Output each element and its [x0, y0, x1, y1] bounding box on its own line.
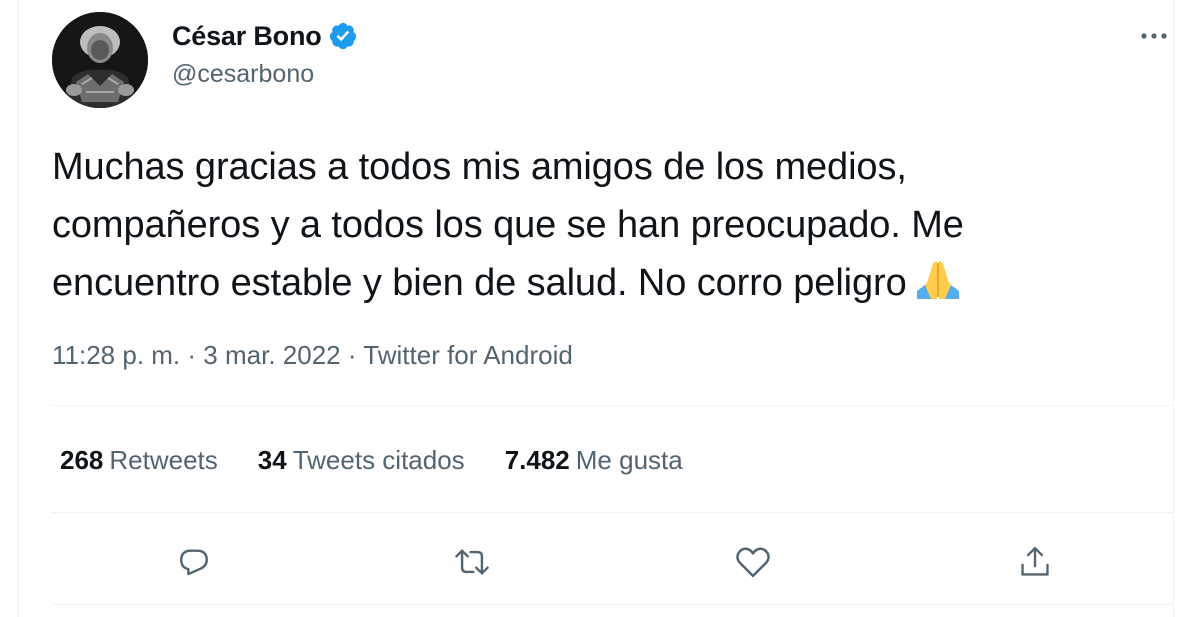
folded-hands-emoji-icon	[913, 257, 963, 301]
avatar[interactable]	[52, 12, 148, 108]
tweet-date[interactable]: 3 mar. 2022	[203, 340, 340, 370]
meta-separator: ·	[347, 340, 357, 370]
more-options-icon[interactable]	[1136, 22, 1172, 50]
like-icon	[736, 547, 770, 578]
engagement-stats: 268 Retweets 34 Tweets citados 7.482 Me gus…	[60, 445, 723, 476]
verified-badge-icon	[328, 21, 358, 51]
likes-label: Me gusta	[575, 445, 683, 475]
tweet-text-line-last: encuentro estable y bien de salud. No co…	[52, 254, 1162, 312]
card-border-right	[1173, 0, 1174, 617]
author-handle[interactable]: @cesarbono	[172, 60, 314, 89]
profile-photo-icon	[52, 12, 148, 108]
display-name[interactable]: César Bono	[172, 21, 322, 52]
retweets-label: Retweets	[109, 445, 218, 475]
tweet-text: Muchas gracias a todos mis amigos de los…	[52, 138, 1162, 312]
quote-tweets-label: Tweets citados	[292, 445, 465, 475]
quote-tweets-count: 34	[257, 445, 287, 475]
share-button[interactable]	[1013, 540, 1057, 584]
tweet-meta: 11:28 p. m. · 3 mar. 2022 · Twitter for …	[52, 340, 573, 371]
likes-stat[interactable]: 7.482 Me gusta	[505, 445, 683, 476]
tweet-time[interactable]: 11:28 p. m.	[52, 340, 180, 370]
tweet-text-line: encuentro estable y bien de salud. No co…	[52, 262, 907, 304]
reply-icon	[180, 549, 208, 576]
tweet-text-line: compañeros y a todos los que se han preo…	[52, 204, 964, 246]
quote-tweets-stat[interactable]: 34 Tweets citados	[258, 445, 465, 476]
tweet-text-line: Muchas gracias a todos mis amigos de los…	[52, 146, 907, 188]
retweets-stat[interactable]: 268 Retweets	[60, 445, 218, 476]
retweet-button[interactable]	[450, 540, 494, 584]
divider	[52, 512, 1173, 513]
tweet-card: César Bono @cesarbono Muchas gracias a t…	[0, 0, 1200, 617]
retweets-count: 268	[60, 445, 104, 475]
share-icon	[1021, 546, 1049, 576]
likes-count: 7.482	[504, 445, 570, 475]
tweet-source[interactable]: Twitter for Android	[363, 340, 573, 370]
meta-separator: ·	[187, 340, 197, 370]
card-border-left	[18, 0, 19, 617]
author-name-row[interactable]: César Bono	[172, 18, 358, 54]
divider	[52, 405, 1173, 406]
divider	[52, 604, 1173, 605]
reply-button[interactable]	[172, 540, 216, 584]
like-button[interactable]	[731, 540, 775, 584]
retweet-icon	[455, 549, 489, 575]
